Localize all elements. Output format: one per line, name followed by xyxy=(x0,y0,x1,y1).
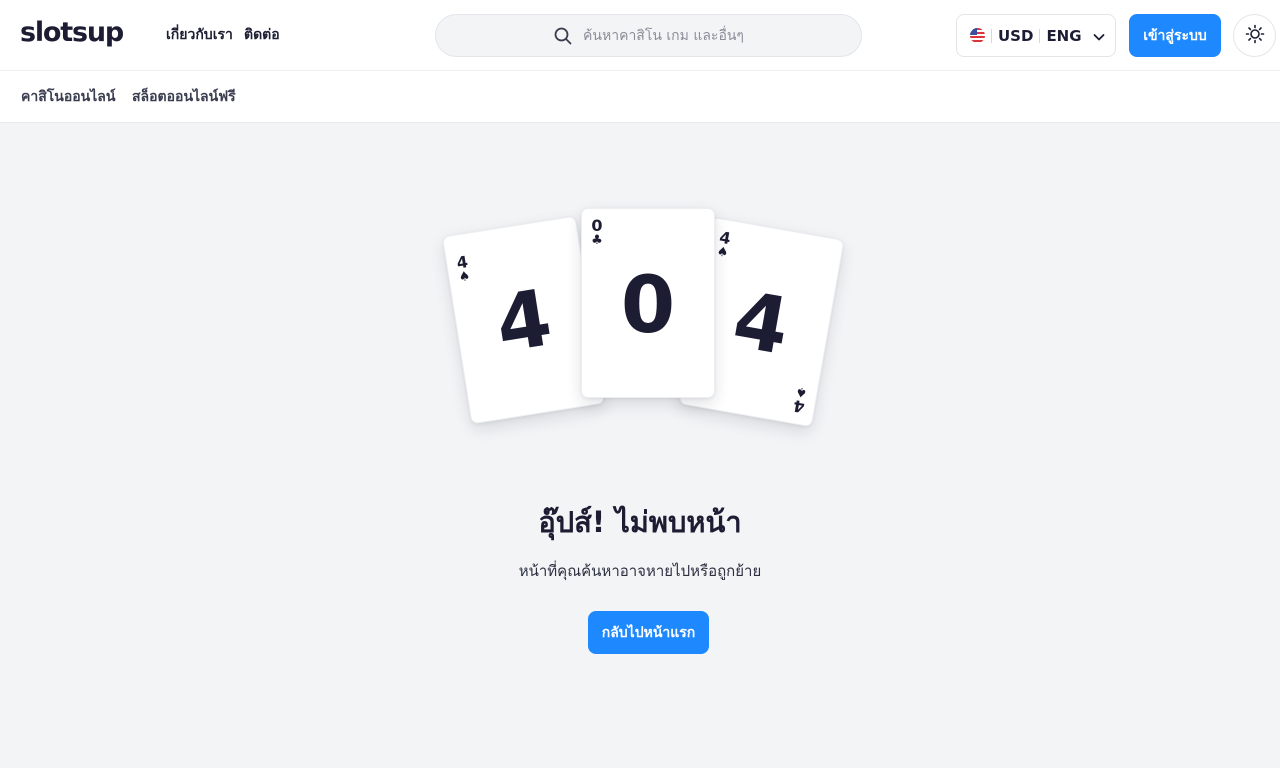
subnav-item-online-casino[interactable]: คาสิโนออนไลน์ xyxy=(21,86,115,108)
language-label: ENG xyxy=(1046,26,1082,45)
divider xyxy=(991,28,992,43)
site-logo[interactable]: slotsup xyxy=(20,15,124,51)
chevron-down-icon xyxy=(1092,29,1106,43)
club-icon: ♣ xyxy=(591,233,603,248)
us-flag-icon xyxy=(970,28,985,43)
nav-link-about[interactable]: เกี่ยวกับเรา xyxy=(166,24,233,46)
error-title: อุ๊ปส์! ไม่พบหน้า xyxy=(538,505,742,539)
card-corner-bottom: 4 ♠ xyxy=(791,383,810,416)
playing-card-0-center: 0 ♣ 0 xyxy=(581,208,715,398)
card-corner-top: 0 ♣ xyxy=(590,218,604,248)
search-icon xyxy=(553,26,573,46)
divider xyxy=(1039,28,1041,43)
spade-icon: ♠ xyxy=(794,383,809,400)
currency-label: USD xyxy=(998,26,1034,45)
back-to-home-button[interactable]: กลับไปหน้าแรก xyxy=(588,611,709,654)
login-button[interactable]: เข้าสู่ระบบ xyxy=(1129,14,1221,57)
search-bar[interactable]: ค้นหาคาสิโน เกม และอื่นๆ xyxy=(435,14,862,57)
nav-link-contact[interactable]: ติดต่อ xyxy=(244,24,280,46)
sun-icon xyxy=(1245,24,1265,48)
card-corner-top: 4 ♠ xyxy=(714,228,733,262)
category-nav: คาสิโนออนไลน์ สล็อตออนไลน์ฟรี xyxy=(0,71,1280,123)
locale-selector[interactable]: USD ENG xyxy=(956,14,1116,57)
subnav-item-free-slots[interactable]: สล็อตออนไลน์ฟรี xyxy=(132,86,236,108)
spade-icon: ♠ xyxy=(715,244,730,262)
card-big-rank: 0 xyxy=(620,261,676,351)
error-message: หน้าที่คุณค้นหาอาจหายไปหรือถูกย้าย xyxy=(518,562,762,580)
theme-toggle-button[interactable] xyxy=(1233,14,1276,57)
card-big-rank: 4 xyxy=(489,273,558,371)
card-corner-top: 4 ♠ xyxy=(454,252,472,286)
search-input[interactable]: ค้นหาคาสิโน เกม และอื่นๆ xyxy=(583,25,744,47)
top-header: slotsup เกี่ยวกับเรา ติดต่อ ค้นหาคาสิโน … xyxy=(0,0,1280,71)
spade-icon: ♠ xyxy=(457,268,472,286)
